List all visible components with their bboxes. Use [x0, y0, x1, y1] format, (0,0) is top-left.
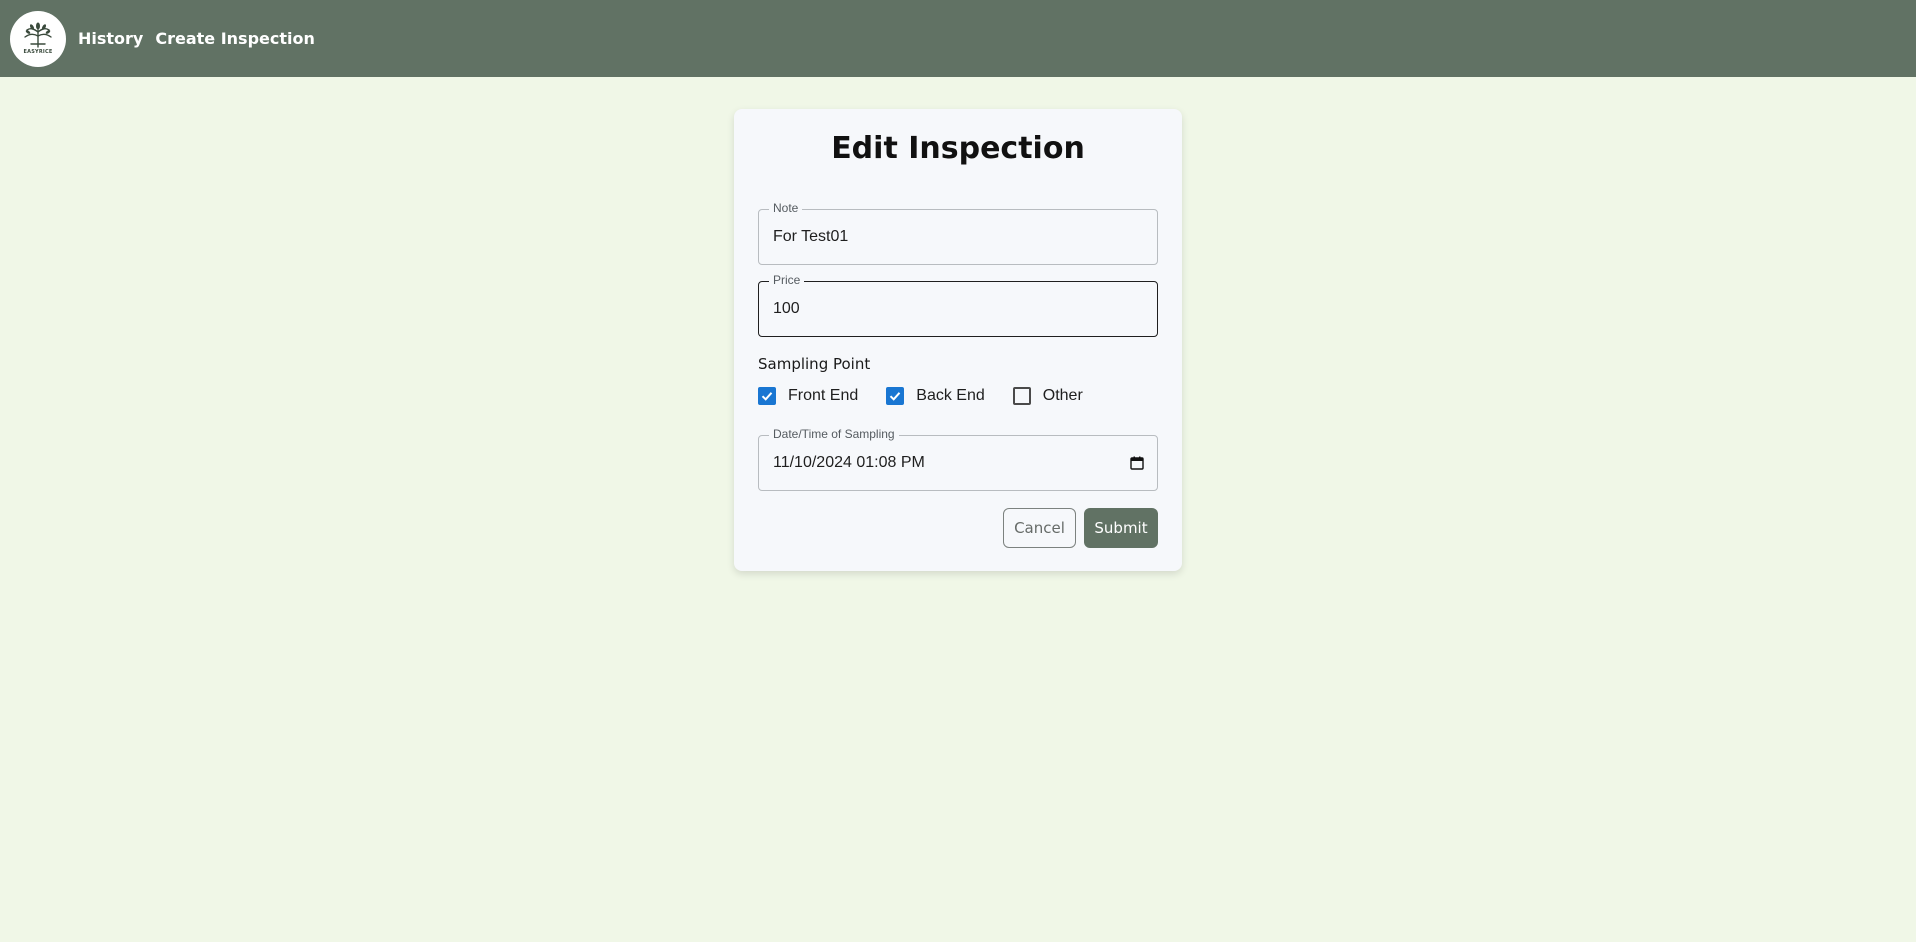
cancel-button[interactable]: Cancel [1003, 508, 1076, 548]
edit-inspection-card: Edit Inspection Note Price Sampling Poin… [734, 109, 1182, 571]
price-field: Price [758, 273, 1158, 337]
rice-plant-icon [24, 22, 52, 48]
checkbox-front-end[interactable]: Front End [758, 387, 858, 405]
sampling-datetime-field[interactable]: Date/Time of Sampling 11/10/2024 01:08 P… [758, 427, 1158, 491]
note-input[interactable] [759, 210, 1157, 264]
price-input[interactable] [759, 282, 1157, 336]
other-label: Other [1042, 387, 1083, 404]
datetime-value[interactable]: 11/10/2024 01:08 PM [773, 454, 925, 472]
main-nav: History Create Inspection [78, 29, 327, 48]
top-navbar: EASYRICE History Create Inspection [0, 0, 1916, 77]
front-end-label: Front End [788, 387, 859, 404]
back-end-label: Back End [916, 387, 985, 404]
app-logo[interactable]: EASYRICE [10, 10, 66, 67]
logo-text: EASYRICE [23, 49, 53, 55]
checkbox-back-end[interactable]: Back End [886, 387, 985, 405]
checkbox-checked-icon[interactable] [758, 387, 776, 405]
sampling-point-label: Sampling Point [758, 355, 871, 373]
checkbox-checked-icon[interactable] [886, 387, 905, 405]
note-field: Note [758, 201, 1158, 265]
page-title: Edit Inspection [831, 131, 1085, 166]
checkbox-unchecked-icon[interactable] [1012, 387, 1031, 405]
nav-link-create-inspection[interactable]: Create Inspection [155, 29, 315, 48]
datetime-label: Date/Time of Sampling [769, 427, 899, 441]
submit-button[interactable]: Submit [1084, 508, 1158, 548]
checkbox-other[interactable]: Other [1012, 387, 1083, 405]
calendar-icon[interactable] [1129, 455, 1145, 471]
sampling-point-group: Front End Back End Other [758, 387, 1111, 405]
nav-link-history[interactable]: History [78, 29, 143, 48]
